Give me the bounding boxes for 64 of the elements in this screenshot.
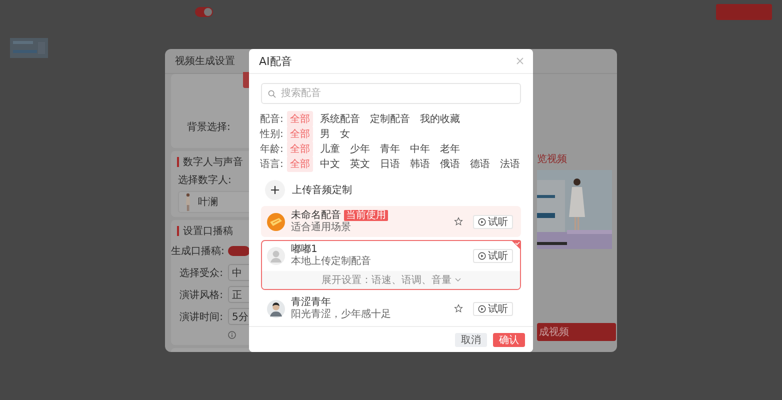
- section-title: 数字人与声音: [183, 156, 243, 169]
- filter-option[interactable]: 定制配音: [367, 111, 413, 127]
- chevron-down-icon: [454, 278, 460, 282]
- dialog-title: 视频生成设置: [175, 54, 235, 68]
- filter-option[interactable]: 日语: [377, 156, 403, 172]
- filter-option[interactable]: 老年: [437, 141, 463, 157]
- logo-avatar-icon: [267, 212, 285, 230]
- filter-option[interactable]: 我的收藏: [417, 111, 463, 127]
- cancel-button[interactable]: 取消: [455, 332, 487, 346]
- check-icon: [511, 240, 521, 250]
- generate-button[interactable]: 成视频: [537, 323, 616, 341]
- filter-option[interactable]: 英文: [347, 156, 373, 172]
- toggle-switch[interactable]: [228, 246, 250, 256]
- field-label: 演讲风格:: [178, 288, 223, 302]
- play-icon: [478, 304, 486, 312]
- filter-label: 配音:: [260, 112, 284, 126]
- filter-option[interactable]: 男: [317, 126, 333, 142]
- filter-option[interactable]: 儿童: [317, 141, 343, 157]
- voice-item[interactable]: 未命名配音 当前使用 适合通用场景 试听: [261, 206, 521, 237]
- info-icon: [228, 330, 236, 338]
- field-label: 选择受众:: [178, 266, 223, 280]
- filter-option[interactable]: 中年: [407, 141, 433, 157]
- filter-label: 年龄:: [260, 142, 284, 156]
- voice-item[interactable]: 嘟嘟1 本地上传定制配音 试听 展开设置：语速、语调、音量: [261, 240, 521, 290]
- filter-option[interactable]: 系统配音: [317, 111, 363, 127]
- dialog-title: AI配音: [259, 54, 292, 68]
- filter-label: 语言:: [260, 158, 284, 171]
- voice-description: 适合通用场景: [291, 222, 352, 234]
- upload-label[interactable]: 上传音频定制: [292, 183, 352, 197]
- filter-option[interactable]: 中文: [317, 156, 343, 172]
- filter-option[interactable]: 德语: [467, 156, 493, 172]
- voice-description: 本地上传定制配音: [291, 256, 372, 268]
- voice-name: 未命名配音: [291, 210, 341, 222]
- field-label: 生成口播稿:: [171, 244, 223, 258]
- toggle-switch[interactable]: [195, 7, 213, 17]
- filter-option[interactable]: 少年: [347, 141, 373, 157]
- voice-description: 阳光青涩，少年感十足: [291, 308, 392, 320]
- field-label: 演讲时间:: [178, 310, 223, 324]
- filter-option[interactable]: 俄语: [437, 156, 463, 172]
- play-button[interactable]: 试听: [473, 249, 513, 263]
- play-button[interactable]: 试听: [473, 302, 513, 316]
- filter-option[interactable]: 青年: [377, 141, 403, 157]
- field-label: 选择数字人:: [177, 174, 232, 188]
- play-button[interactable]: 试听: [473, 214, 513, 228]
- field-label: 背景选择:: [187, 120, 230, 134]
- filter-option[interactable]: 韩语: [407, 156, 433, 172]
- filter-option[interactable]: 女: [337, 126, 353, 142]
- search-field[interactable]: 搜索配音: [261, 83, 521, 104]
- play-icon: [478, 218, 486, 226]
- preview-title: 览视频: [537, 152, 568, 166]
- user-avatar-icon: [267, 300, 285, 318]
- user-avatar-icon: [267, 247, 285, 265]
- star-icon[interactable]: [454, 304, 463, 313]
- status-tag: 当前使用: [344, 210, 388, 221]
- filter-option[interactable]: 法语: [497, 156, 523, 172]
- add-icon[interactable]: [265, 180, 285, 200]
- play-icon: [478, 252, 486, 260]
- person-figure-icon: [184, 193, 192, 211]
- star-icon[interactable]: [454, 217, 463, 226]
- voice-name: 嘟嘟1: [291, 244, 318, 256]
- search-icon: [268, 90, 276, 98]
- filter-label: 性别:: [260, 128, 284, 141]
- voice-name: 青涩青年: [291, 296, 331, 308]
- section-title: 设置口播稿: [183, 224, 233, 238]
